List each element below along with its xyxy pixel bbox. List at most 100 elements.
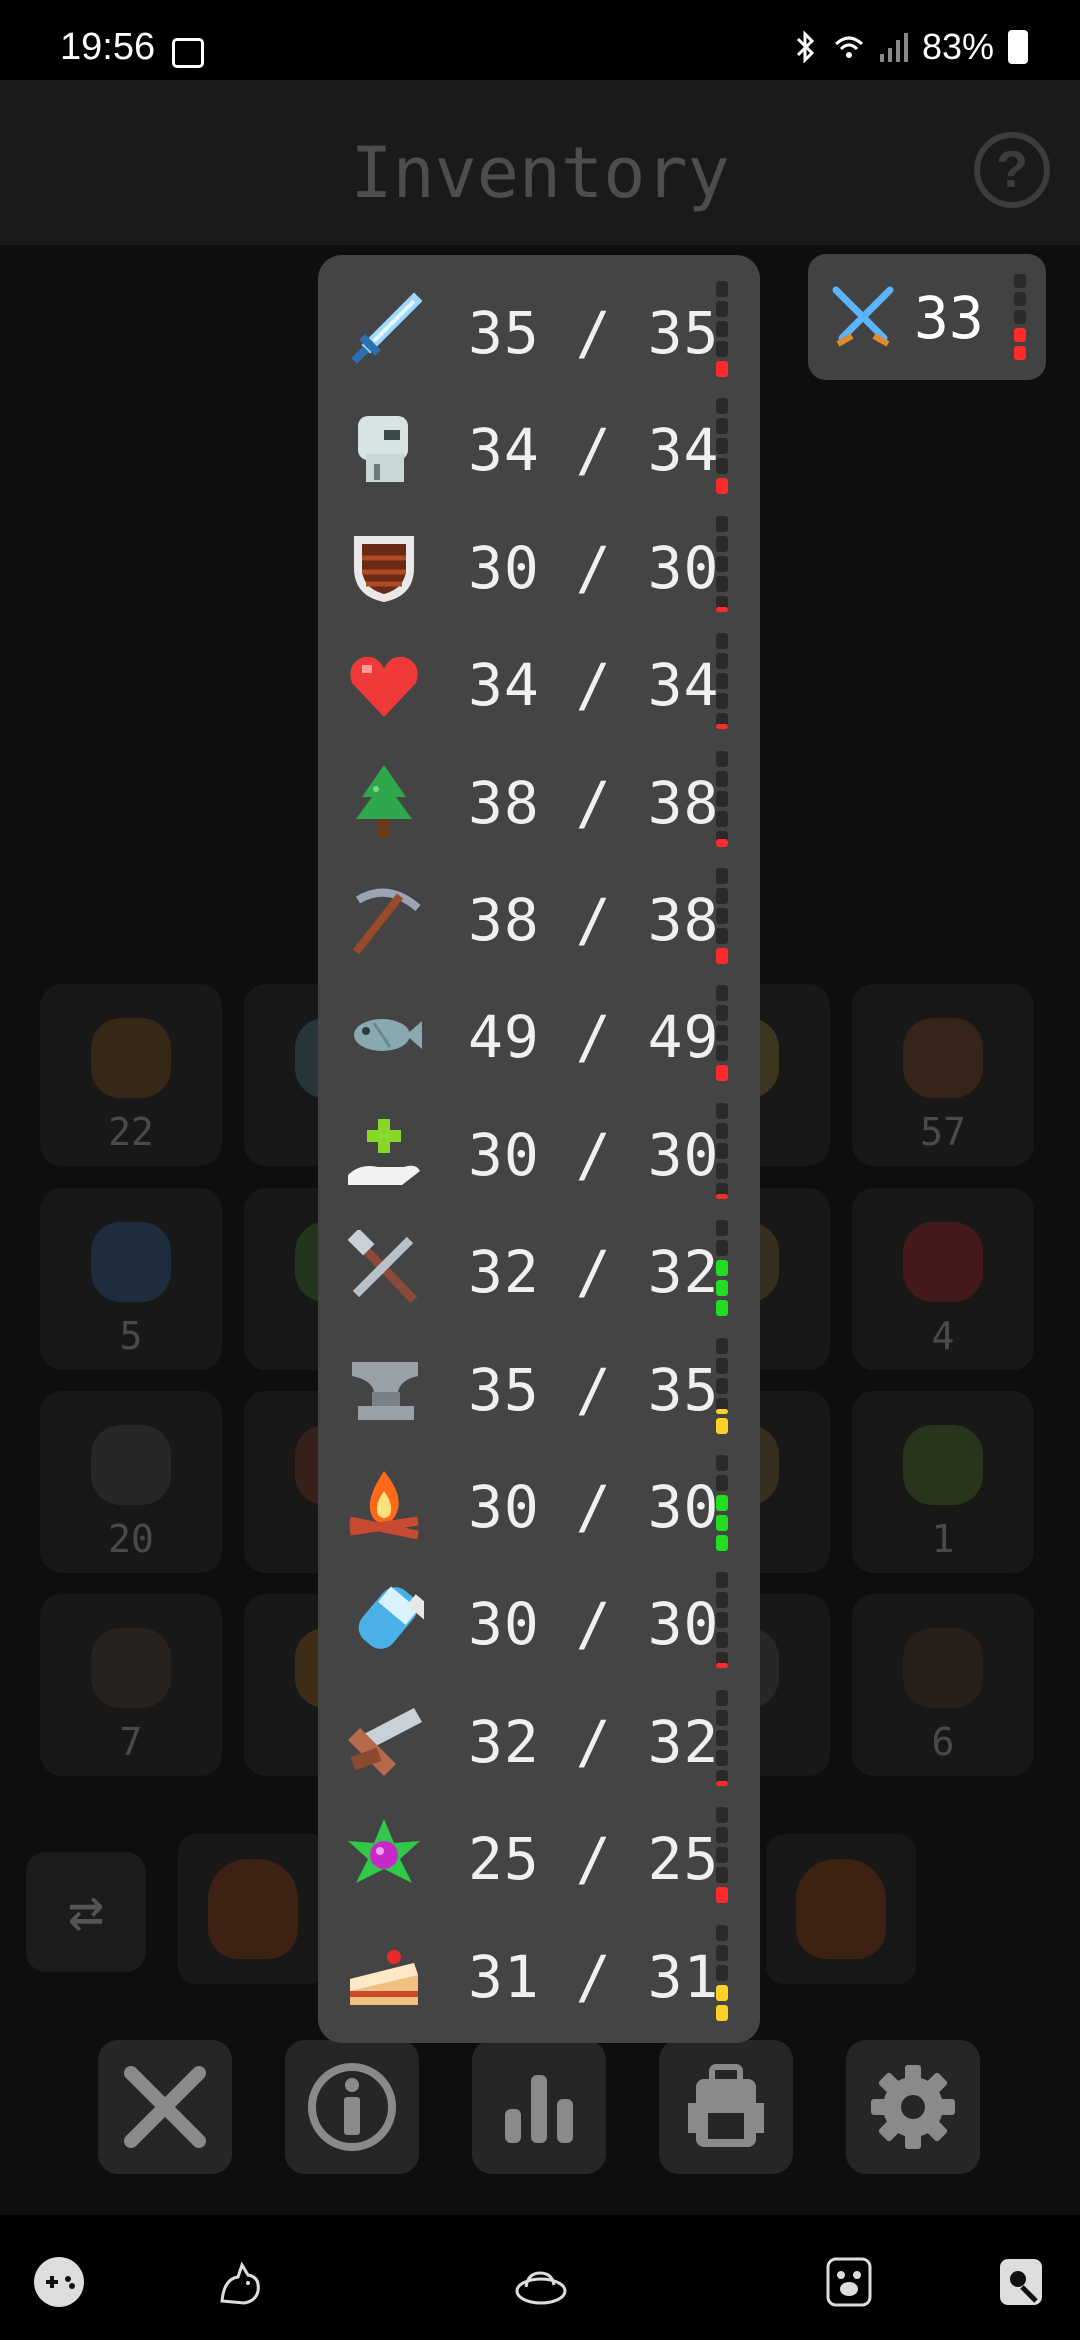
meter-segment [716, 1220, 728, 1237]
meter-segment [716, 1005, 728, 1022]
skill-row[interactable]: 35 / 35 [318, 269, 760, 386]
inventory-slot[interactable]: 7 [40, 1594, 222, 1776]
meter-segment [716, 1455, 728, 1471]
help-button[interactable]: ? [974, 132, 1050, 208]
skill-row[interactable]: 30 / 30 [318, 1560, 760, 1677]
status-bar: 19:56 83% [0, 0, 1080, 80]
meter-segment [716, 1887, 728, 1904]
meter-segment [716, 1749, 728, 1766]
bag-icon [796, 1859, 886, 1959]
skill-row[interactable]: 30 / 30 [318, 1443, 760, 1560]
meter-segment [716, 1612, 728, 1629]
meter-segment [716, 555, 728, 572]
meter-segment [716, 1357, 728, 1374]
skill-row[interactable]: 30 / 30 [318, 504, 760, 621]
meter-fill [716, 1984, 728, 2001]
skill-progress-meter [716, 1924, 728, 2025]
combat-level-badge[interactable]: 33 [808, 254, 1046, 380]
signal-icon [879, 33, 908, 62]
skill-progress-meter [716, 633, 728, 733]
skill-level-text: 30 / 30 [468, 1120, 720, 1189]
meter-segment [716, 770, 728, 787]
loot-bag-right[interactable] [766, 1834, 916, 1984]
skill-row[interactable]: 25 / 25 [318, 1795, 760, 1912]
meter-segment [716, 1337, 728, 1354]
skill-row[interactable]: 38 / 38 [318, 739, 760, 856]
item-count: 22 [108, 1110, 154, 1154]
meter-fill [716, 1193, 728, 1199]
skill-level-text: 35 / 35 [468, 299, 720, 367]
inventory-slot[interactable]: 1 [852, 1391, 1034, 1573]
meter-segment [716, 1924, 728, 1941]
meter-fill [1014, 328, 1026, 342]
skill-row[interactable]: 38 / 38 [318, 856, 760, 973]
backpack-button[interactable] [659, 2040, 793, 2174]
info-button[interactable] [285, 2040, 419, 2174]
meter-segment [716, 535, 728, 552]
skill-row[interactable]: 32 / 32 [318, 1678, 760, 1795]
inventory-slot[interactable]: 57 [852, 984, 1034, 1166]
meter-segment [716, 810, 728, 827]
combat-button[interactable] [98, 2040, 232, 2174]
skill-row[interactable]: 30 / 30 [318, 1091, 760, 1208]
meter-segment [716, 1535, 728, 1551]
item-icon [903, 1018, 983, 1098]
settings-button[interactable] [846, 2040, 980, 2174]
inventory-slot[interactable]: 4 [852, 1188, 1034, 1370]
meter-segment [1014, 292, 1026, 306]
tree-icon [356, 764, 412, 837]
battery-icon [1008, 30, 1028, 64]
skill-row[interactable]: 35 / 35 [318, 1326, 760, 1443]
meter-segment [716, 1964, 728, 1981]
card-app-icon[interactable] [994, 2255, 1048, 2309]
meter-segment [716, 1515, 728, 1531]
inventory-slot[interactable]: 6 [852, 1594, 1034, 1776]
backpack-icon [688, 2064, 764, 2147]
meter-segment [716, 868, 728, 884]
skill-row[interactable]: 31 / 31 [318, 1913, 760, 2030]
paw-icon[interactable] [822, 2255, 876, 2309]
fish-icon [354, 1019, 422, 1052]
swap-button[interactable]: ⇄ [26, 1852, 146, 1972]
meter-segment [716, 2004, 728, 2021]
meter-segment [716, 515, 728, 532]
battery-percent: 83% [921, 26, 994, 67]
cat-bed-icon[interactable] [514, 2255, 568, 2309]
meter-segment [716, 458, 728, 475]
skill-level-text: 32 / 32 [468, 1707, 720, 1776]
meter-segment [716, 673, 728, 690]
cat-app-icon[interactable] [214, 2255, 268, 2309]
skill-row[interactable]: 49 / 49 [318, 973, 760, 1090]
meter-segment [716, 1300, 728, 1317]
skill-progress-meter [716, 1689, 728, 1790]
item-icon [903, 1222, 983, 1302]
settings-gear-icon [871, 2065, 955, 2149]
loot-bag-left[interactable] [178, 1834, 328, 1984]
meter-segment [716, 1102, 728, 1119]
page-title: Inventory [350, 132, 730, 214]
status-right: 83% [790, 26, 1028, 68]
meter-segment [716, 928, 728, 944]
magic-star-icon [348, 1819, 420, 1884]
meter-fill [716, 948, 728, 964]
skill-row[interactable]: 32 / 32 [318, 1208, 760, 1325]
inventory-slot[interactable]: 20 [40, 1391, 222, 1573]
inventory-slot[interactable]: 22 [40, 984, 222, 1166]
skill-row[interactable]: 34 / 34 [318, 621, 760, 738]
item-count: 5 [119, 1314, 143, 1358]
meter-segment [716, 1417, 728, 1434]
ghost-icon [358, 416, 408, 483]
item-icon [903, 1628, 983, 1708]
item-count: 4 [931, 1314, 955, 1358]
meter-fill [716, 1495, 728, 1511]
skill-row[interactable]: 34 / 34 [318, 386, 760, 503]
meter-fill [716, 2004, 728, 2021]
inventory-slot[interactable]: 5 [40, 1188, 222, 1370]
stats-button[interactable] [472, 2040, 606, 2174]
skill-progress-meter [716, 985, 728, 1085]
item-icon [91, 1425, 171, 1505]
meter-segment [716, 1984, 728, 2001]
game-controller-icon[interactable] [32, 2255, 86, 2309]
meter-segment [716, 1729, 728, 1746]
skill-level-text: 25 / 25 [468, 1825, 720, 1894]
